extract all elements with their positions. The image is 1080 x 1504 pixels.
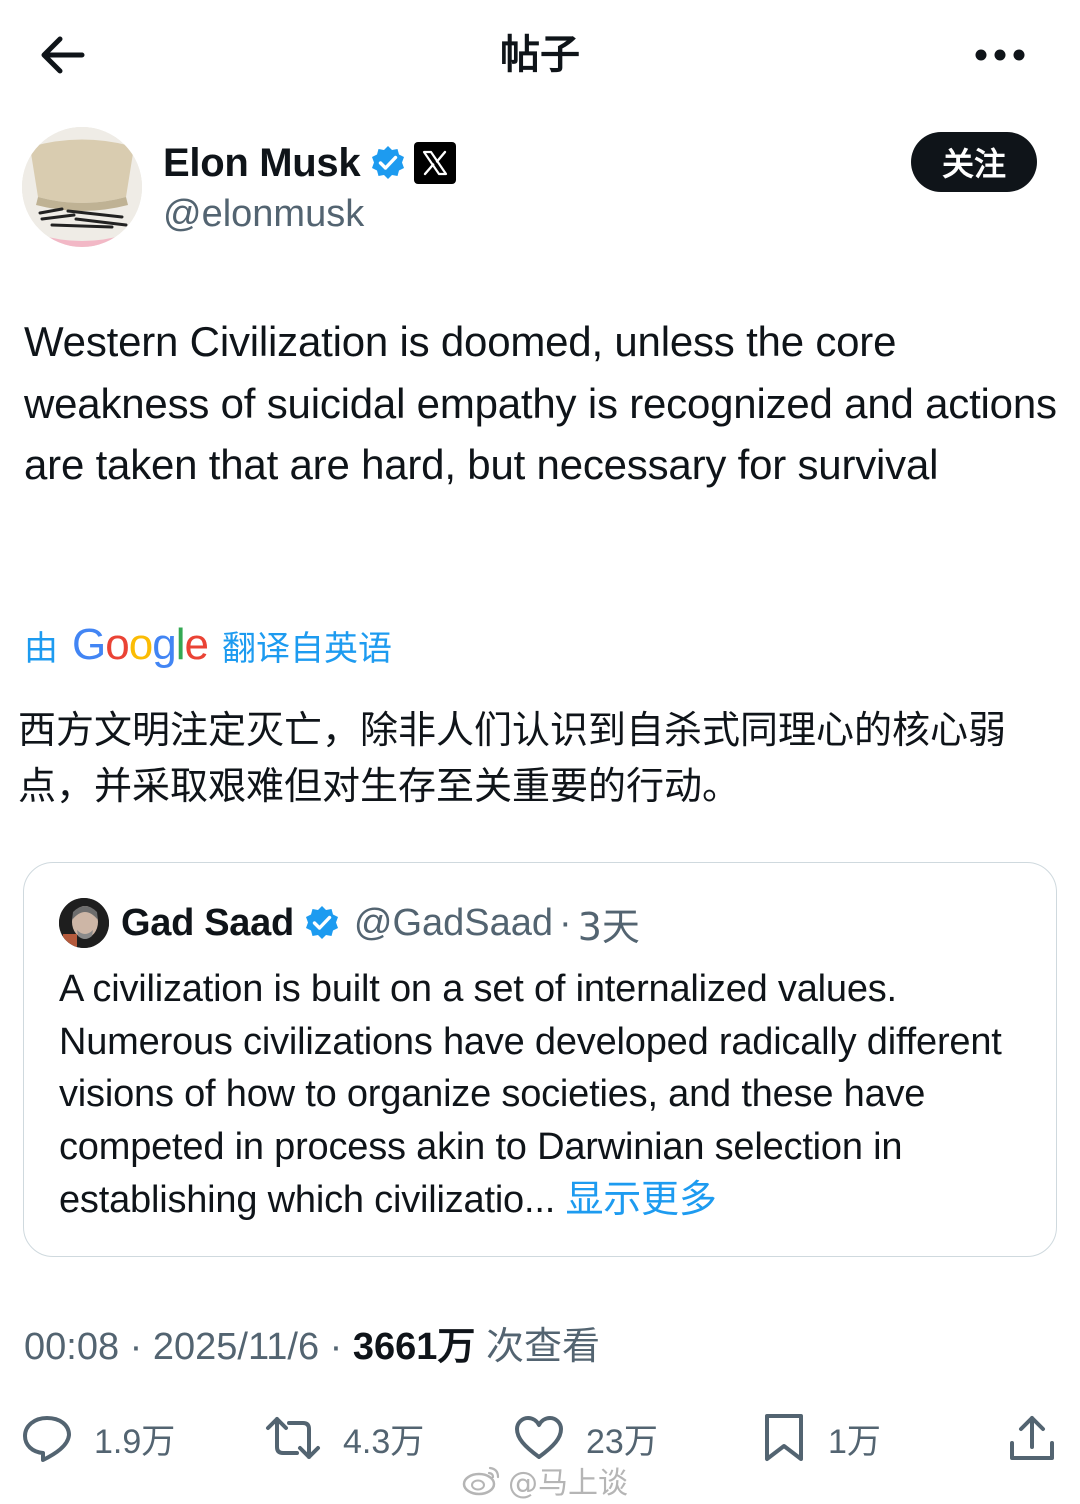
quote-text-block: A civilization is built on a set of inte… xyxy=(59,963,1039,1227)
bookmark-button[interactable]: 1万 xyxy=(762,1410,881,1466)
reply-icon xyxy=(23,1416,71,1462)
author-handle[interactable]: @elonmusk xyxy=(163,192,364,236)
quote-separator: · xyxy=(559,901,572,944)
bookmark-count: 1万 xyxy=(828,1422,881,1461)
meta-separator: · xyxy=(129,1326,143,1368)
translation-by-label: 由 xyxy=(24,628,58,669)
retweet-icon xyxy=(266,1417,320,1459)
views-count[interactable]: 3661万 xyxy=(353,1326,476,1368)
retweet-count: 4.3万 xyxy=(343,1422,425,1461)
watermark-text: @马上谈 xyxy=(508,1466,628,1501)
top-bar: 帖子 xyxy=(0,0,1080,110)
verified-badge-icon xyxy=(372,146,405,179)
quote-author-handle: @GadSaad xyxy=(353,901,554,944)
follow-button[interactable]: 关注 xyxy=(911,132,1037,192)
watermark: @马上谈 xyxy=(462,1458,628,1502)
x-logo-icon xyxy=(414,142,457,184)
more-horizontal-icon xyxy=(975,49,1025,61)
quote-header: Gad Saad @GadSaad · 3天 xyxy=(59,897,640,949)
retweet-button[interactable]: 4.3万 xyxy=(265,1410,424,1466)
quote-text: A civilization is built on a set of inte… xyxy=(59,968,1002,1221)
post-time: 00:08 xyxy=(24,1326,120,1368)
google-logo: Google xyxy=(72,620,209,669)
quote-timestamp: 3天 xyxy=(577,904,640,949)
author-avatar[interactable] xyxy=(22,127,142,247)
quote-author-avatar xyxy=(59,898,109,948)
more-options-button[interactable] xyxy=(968,30,1032,80)
reply-count: 1.9万 xyxy=(94,1422,176,1461)
weibo-icon xyxy=(462,1466,500,1496)
share-button[interactable] xyxy=(1008,1410,1056,1466)
translation-attribution[interactable]: 由 Google 翻译自英语 xyxy=(24,618,392,672)
quote-author-name: Gad Saad xyxy=(121,901,294,944)
tweet-text: Western Civilization is doomed, unless t… xyxy=(24,318,1057,488)
like-count: 23万 xyxy=(586,1422,658,1461)
share-icon xyxy=(1010,1416,1054,1460)
show-more-link[interactable]: 显示更多 xyxy=(565,1177,716,1221)
author-name[interactable]: Elon Musk xyxy=(163,140,361,186)
tweet-meta: 00:08 · 2025/11/6 · 3661万 次查看 xyxy=(24,1322,600,1371)
quoted-tweet-card[interactable]: Gad Saad @GadSaad · 3天 A civilization is… xyxy=(23,862,1057,1257)
verified-badge-icon xyxy=(305,906,338,939)
bookmark-icon xyxy=(765,1414,803,1461)
translation-from-label: 翻译自英语 xyxy=(221,628,392,669)
meta-separator: · xyxy=(329,1326,343,1368)
post-date: 2025/11/6 xyxy=(152,1326,320,1368)
translated-text: 西方文明注定灭亡，除非人们认识到自杀式同理心的核心弱点，并采取艰难但对生存至关重… xyxy=(18,708,1007,808)
reply-button[interactable]: 1.9万 xyxy=(22,1410,175,1466)
heart-icon xyxy=(515,1416,563,1459)
views-label: 次查看 xyxy=(486,1324,601,1368)
page-title: 帖子 xyxy=(500,32,580,78)
author-name-row[interactable]: Elon Musk xyxy=(163,140,457,186)
